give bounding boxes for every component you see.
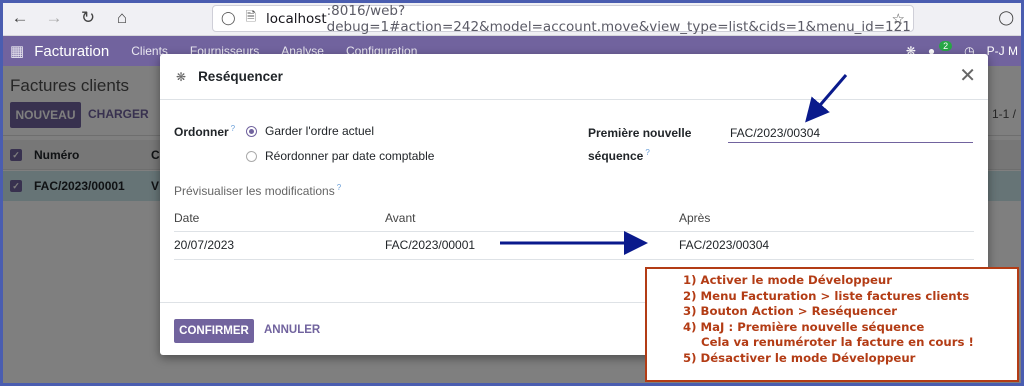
dialog-header: ❋ Reséquencer ✕ <box>160 54 988 100</box>
forward-arrow-icon[interactable]: → <box>40 4 68 32</box>
messages-count-badge: 2 <box>939 41 953 51</box>
help-tooltip-icon[interactable]: ? <box>645 148 649 157</box>
url-host: localhost <box>266 10 327 27</box>
cell-after: FAC/2023/00304 <box>679 231 974 260</box>
pocket-icon[interactable]: ◯ <box>998 9 1014 26</box>
radio-reorder-by-date-label[interactable]: Réordonner par date comptable <box>265 149 434 163</box>
radio-keep-order-label[interactable]: Garder l'ordre actuel <box>265 124 374 138</box>
preview-table: Date Avant Après 20/07/2023 FAC/2023/000… <box>174 205 974 260</box>
shield-icon: ◯ <box>221 11 236 26</box>
help-tooltip-icon[interactable]: ? <box>231 124 235 133</box>
column-header-date: Date <box>174 205 385 232</box>
column-header-after: Après <box>679 205 974 232</box>
page-info-icon: 🗎 <box>245 9 257 25</box>
confirm-button[interactable]: CONFIRMER <box>174 319 254 343</box>
bookmark-star-icon[interactable]: ☆ <box>892 10 905 28</box>
browser-toolbar: ← → ↻ ⌂ ◯ 🗎 localhost:8016/web?debug=1#a… <box>0 0 1024 36</box>
column-header-before: Avant <box>385 205 679 232</box>
cell-before: FAC/2023/00001 <box>385 231 679 260</box>
instruction-line: 2) Menu Facturation > liste factures cli… <box>683 288 970 303</box>
reload-icon[interactable]: ↻ <box>74 4 102 32</box>
home-icon[interactable]: ⌂ <box>108 4 136 32</box>
address-bar[interactable]: ◯ 🗎 localhost:8016/web?debug=1#action=24… <box>212 2 914 35</box>
apps-grid-icon[interactable]: ▦ <box>10 42 24 60</box>
radio-keep-order[interactable]: Garder l'ordre actuel <box>246 124 374 138</box>
instruction-line: 5) Désactiver le mode Développeur <box>683 350 916 365</box>
order-label: Ordonner? <box>174 124 235 139</box>
first-sequence-label-text: Première nouvelle séquence <box>588 126 692 163</box>
back-arrow-icon[interactable]: ← <box>6 4 34 32</box>
preview-label: Prévisualiser les modifications? <box>174 183 341 198</box>
radio-reorder-by-date-button[interactable] <box>246 150 257 162</box>
first-sequence-input[interactable] <box>728 124 973 143</box>
cancel-button[interactable]: ANNULER <box>264 324 320 336</box>
help-tooltip-icon[interactable]: ? <box>337 183 341 192</box>
app-title[interactable]: Facturation <box>34 43 109 60</box>
instruction-line: 1) Activer le mode Développeur <box>683 273 893 287</box>
close-icon[interactable]: ✕ <box>959 66 976 86</box>
url-path: :8016/web?debug=1#action=242&model=accou… <box>326 2 911 35</box>
order-label-text: Ordonner <box>174 125 229 139</box>
instructions-annotation: 1) Activer le mode Développeur 2) Menu F… <box>645 267 1019 382</box>
dialog-title: Reséquencer <box>198 69 283 84</box>
instruction-line: Cela va renuméroter la facture en cours … <box>701 335 974 350</box>
cell-date: 20/07/2023 <box>174 231 385 260</box>
instruction-line: 3) Bouton Action > Reséquencer <box>683 304 898 319</box>
instruction-line: 4) MaJ : Première nouvelle séquence <box>683 319 925 334</box>
first-sequence-label: Première nouvelle séquence? <box>588 124 698 166</box>
table-row: 20/07/2023 FAC/2023/00001 FAC/2023/00304 <box>174 231 974 260</box>
preview-label-text: Prévisualiser les modifications <box>174 184 335 198</box>
bug-icon: ❋ <box>176 69 187 84</box>
preview-table-header: Date Avant Après <box>174 205 974 232</box>
user-menu[interactable]: P-J M <box>987 44 1018 58</box>
radio-reorder-by-date[interactable]: Réordonner par date comptable <box>246 149 434 163</box>
radio-keep-order-button[interactable] <box>246 125 257 137</box>
